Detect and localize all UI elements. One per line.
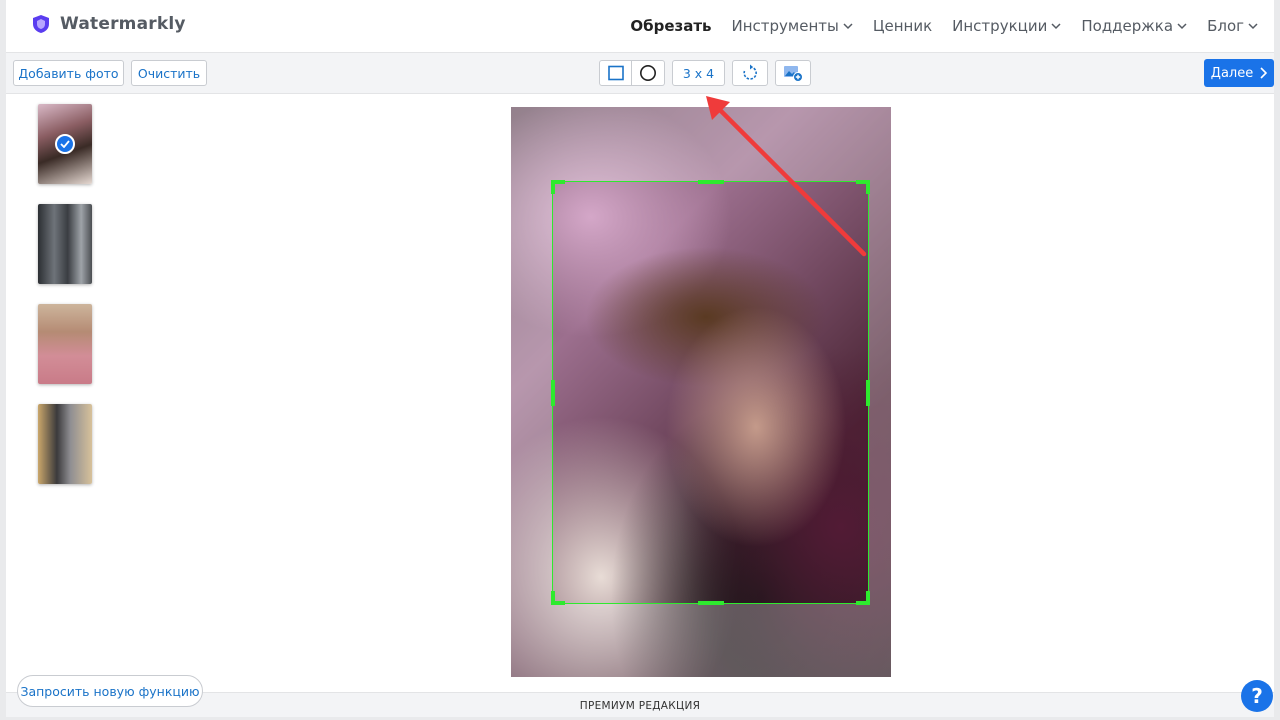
thumbnail[interactable] xyxy=(38,404,92,484)
rotate-button[interactable] xyxy=(732,60,768,86)
add-photo-button[interactable]: Добавить фото xyxy=(13,60,124,86)
rotate-group xyxy=(732,60,768,86)
add-image-button[interactable] xyxy=(775,60,811,86)
add-image-icon xyxy=(784,66,803,82)
nav-item-support[interactable]: Поддержка xyxy=(1081,17,1187,35)
nav-item-crop[interactable]: Обрезать xyxy=(630,17,711,35)
crop-shape-group xyxy=(599,60,665,86)
nav-item-label: Инструменты xyxy=(731,17,839,35)
nav-item-label: Блог xyxy=(1207,17,1244,35)
thumbnail[interactable] xyxy=(38,304,92,384)
chevron-down-icon xyxy=(843,23,853,30)
nav-item-label: Ценник xyxy=(872,17,933,35)
thumbnail-list xyxy=(38,104,92,504)
rectangle-crop-button[interactable] xyxy=(599,60,632,86)
help-button[interactable]: ? xyxy=(1241,680,1273,712)
rectangle-crop-icon xyxy=(607,65,624,81)
window-frame-right xyxy=(1274,0,1280,720)
nav-item-instructions[interactable]: Инструкции xyxy=(952,17,1061,35)
annotation-arrow-icon xyxy=(706,96,867,257)
main-nav: Обрезать Инструменты Ценник Инструкции П… xyxy=(630,0,1258,52)
crop-handle-bottom-left[interactable] xyxy=(551,591,555,605)
crop-handle-bottom-right[interactable] xyxy=(866,591,870,605)
chevron-right-icon xyxy=(1260,67,1268,79)
request-feature-button[interactable]: Запросить новую функцию xyxy=(17,675,203,707)
window-frame-left xyxy=(0,0,6,720)
brand[interactable]: Watermarkly xyxy=(32,14,186,34)
nav-item-tools[interactable]: Инструменты xyxy=(732,17,853,35)
circle-crop-button[interactable] xyxy=(632,60,665,86)
nav-item-pricing[interactable]: Ценник xyxy=(873,17,932,35)
chevron-down-icon xyxy=(1177,23,1187,30)
thumbnail[interactable] xyxy=(38,204,92,284)
clear-button[interactable]: Очистить xyxy=(131,60,207,86)
aspect-ratio-button[interactable]: 3 x 4 xyxy=(672,60,725,86)
crop-handle-bottom[interactable] xyxy=(698,601,724,605)
thumbnail[interactable] xyxy=(38,104,92,184)
brand-name: Watermarkly xyxy=(60,14,186,34)
nav-item-blog[interactable]: Блог xyxy=(1207,17,1258,35)
shield-logo-icon xyxy=(33,15,49,33)
chevron-down-icon xyxy=(1248,23,1258,30)
nav-item-label: Поддержка xyxy=(1081,17,1174,35)
nav-item-label: Инструкции xyxy=(952,17,1048,35)
ratio-group: 3 x 4 xyxy=(672,60,725,86)
crop-handle-top-left[interactable] xyxy=(551,180,555,194)
top-header: Watermarkly Обрезать Инструменты Ценник … xyxy=(6,0,1274,53)
add-image-group xyxy=(775,60,811,86)
next-button-label: Далее xyxy=(1210,65,1254,81)
circle-crop-icon xyxy=(640,65,656,81)
crop-handle-right[interactable] xyxy=(866,380,870,406)
selected-check-icon xyxy=(55,134,75,154)
editor-toolbar: Добавить фото Очистить 3 x 4 Далее xyxy=(6,53,1274,94)
crop-handle-left[interactable] xyxy=(551,380,555,406)
rotate-icon xyxy=(743,64,757,80)
nav-item-label: Обрезать xyxy=(630,17,712,35)
chevron-down-icon xyxy=(1051,23,1061,30)
next-button[interactable]: Далее xyxy=(1204,59,1274,87)
